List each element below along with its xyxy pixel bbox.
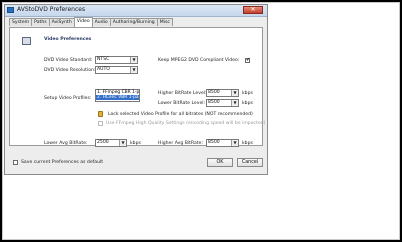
video-profiles-list[interactable]: 1. FFmpeg CBR 1-p 2. HCenc VBR 1-pa xyxy=(95,89,140,102)
chevron-down-icon: ▼ xyxy=(231,140,238,146)
higher-avg-unit: kbps xyxy=(242,141,253,146)
tab-video[interactable]: Video xyxy=(73,17,93,27)
chevron-down-icon: ▼ xyxy=(231,90,238,96)
lower-bitrate-unit: kbps xyxy=(242,101,253,106)
higher-bitrate-label: Higher BitRate Level: xyxy=(158,91,207,96)
tab-audio[interactable]: Audio xyxy=(91,18,111,26)
cancel-button[interactable]: Cancel xyxy=(237,158,263,167)
video-preferences-panel: Video Preferences DVD Video Standard: NT… xyxy=(9,27,266,147)
ffmpeg-hq-checkbox[interactable] xyxy=(98,121,103,126)
lower-bitrate-select[interactable]: 8500 ▼ xyxy=(206,99,239,107)
chevron-down-icon: ▼ xyxy=(119,140,126,146)
tab-paths[interactable]: Paths xyxy=(31,18,50,26)
section-title: Video Preferences xyxy=(44,37,92,42)
higher-avg-select[interactable]: 8500 ▼ xyxy=(206,139,239,147)
keep-mpeg2-label: Keep MPEG2 DVD Compliant Video: xyxy=(158,58,240,63)
lower-bitrate-value: 8500 xyxy=(208,100,220,105)
attachment-caption: 1152x648 29kb PNG xyxy=(146,199,256,211)
chevron-down-icon: ▼ xyxy=(130,57,137,63)
tab-misc[interactable]: Misc xyxy=(156,18,173,26)
save-default-checkbox[interactable] xyxy=(13,160,18,165)
window-titlebar: AVStoDVD Preferences ✕ xyxy=(5,5,267,17)
resolution-value: AUTO xyxy=(97,67,110,72)
preferences-window: AVStoDVD Preferences ✕ System Paths AviS… xyxy=(4,4,268,175)
higher-bitrate-value: 8500 xyxy=(208,90,220,95)
tab-authoring-burning[interactable]: Authoring/Burning xyxy=(109,18,158,26)
keep-mpeg2-checkbox[interactable]: ✔ xyxy=(245,58,250,63)
tab-system[interactable]: System xyxy=(9,18,33,26)
close-button[interactable]: ✕ xyxy=(243,6,263,14)
ok-button[interactable]: OK xyxy=(207,158,233,167)
standard-select[interactable]: NTSC ▼ xyxy=(95,56,138,64)
lower-avg-select[interactable]: 2500 ▼ xyxy=(95,139,127,147)
standard-value: NTSC xyxy=(97,57,110,62)
lower-bitrate-label: Lower BitRate Level: xyxy=(158,101,206,106)
higher-bitrate-unit: kbps xyxy=(242,91,253,96)
lock-profile-label: Lock selected Video Profile for all bitr… xyxy=(108,112,253,117)
app-icon xyxy=(7,7,14,13)
list-item-selected[interactable]: 2. HCenc VBR 1-pa xyxy=(96,95,139,100)
lock-icon xyxy=(98,111,103,117)
lower-avg-value: 2500 xyxy=(97,140,109,145)
video-preferences-icon xyxy=(22,37,31,45)
lower-avg-unit: kbps xyxy=(130,141,141,146)
higher-avg-label: Higher Avg BitRate: xyxy=(158,141,204,146)
lower-avg-label: Lower Avg BitRate: xyxy=(44,141,88,146)
ffmpeg-hq-label: Use FFmpeg High Quality Settings (encodi… xyxy=(106,121,266,126)
resolution-label: DVD Video Resolution: xyxy=(44,68,96,73)
higher-avg-value: 8500 xyxy=(208,140,220,145)
resolution-select[interactable]: AUTO ▼ xyxy=(95,66,138,74)
chevron-down-icon: ▼ xyxy=(130,67,137,73)
tab-avisynth[interactable]: AviSynth xyxy=(48,18,75,26)
chevron-down-icon: ▼ xyxy=(231,100,238,106)
save-default-label: Save current Preferences as default xyxy=(21,160,104,165)
standard-label: DVD Video Standard: xyxy=(44,58,93,63)
profiles-label: Setup Video Profiles: xyxy=(44,96,92,101)
window-title: AVStoDVD Preferences xyxy=(17,6,86,13)
tab-bar: System Paths AviSynth Video Audio Author… xyxy=(9,17,173,27)
higher-bitrate-select[interactable]: 8500 ▼ xyxy=(206,89,239,97)
